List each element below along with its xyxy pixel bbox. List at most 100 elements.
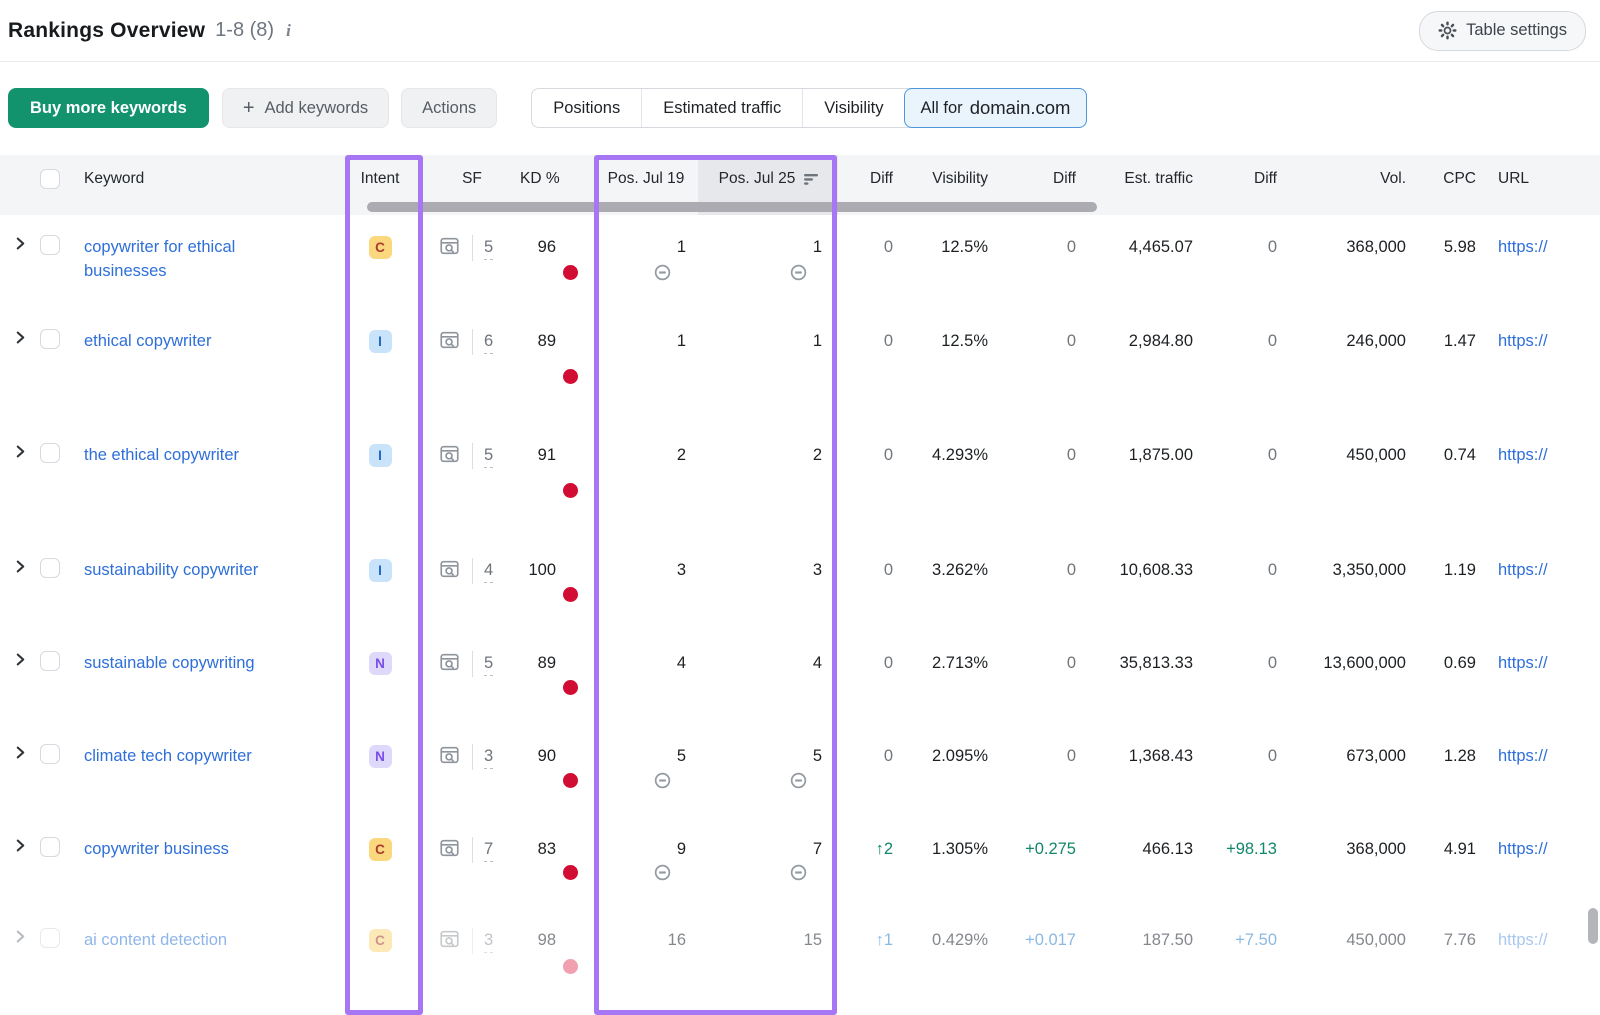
expand-row-button[interactable] [10,724,40,817]
keyword-link[interactable]: the ethical copywriter [74,443,239,467]
traffic-diff: 0 [1268,235,1277,259]
keyword-link[interactable]: ai content detection [74,928,227,952]
actions-button[interactable]: Actions [401,88,497,128]
traffic-diff: 0 [1268,558,1277,582]
add-keywords-button[interactable]: + Add keywords [222,88,389,128]
kd-value: 89 [538,651,556,675]
tab-all-for-domain[interactable]: All for domain.com [904,88,1088,128]
traffic-diff: 0 [1268,651,1277,675]
sf-count[interactable]: 3 [484,744,493,769]
sf-divider [472,235,473,261]
visibility-diff: 0 [1067,558,1076,582]
row-checkbox[interactable] [40,837,60,857]
pos-jul19-value: 1 [677,329,686,353]
row-checkbox[interactable] [40,928,60,948]
url-link[interactable]: https:// [1478,651,1548,675]
url-link[interactable]: https:// [1478,235,1548,259]
buy-more-keywords-button[interactable]: Buy more keywords [8,88,209,128]
serp-features-icon [438,235,461,264]
url-link[interactable]: https:// [1478,928,1548,952]
pos-jul25-value: 5 [813,744,822,768]
sf-count[interactable]: 6 [484,329,493,354]
sf-count[interactable]: 7 [484,837,493,862]
url-link[interactable]: https:// [1478,443,1548,467]
select-all-checkbox[interactable] [40,169,60,189]
sf-count[interactable]: 5 [484,443,493,468]
keyword-link[interactable]: ethical copywriter [74,329,211,353]
vertical-scrollbar[interactable] [1588,908,1598,944]
sf-count[interactable]: 5 [484,235,493,260]
visibility-diff: 0 [1067,235,1076,259]
sf-count[interactable]: 5 [484,651,493,676]
table-settings-button[interactable]: Table settings [1419,11,1586,51]
visibility-value: 0.429% [932,928,988,952]
column-header-diff-vis[interactable]: Diff [990,155,1078,203]
serp-features-icon [438,837,461,866]
row-checkbox[interactable] [40,744,60,764]
expand-row-button[interactable] [10,817,40,908]
pos-jul19-value: 3 [677,558,686,582]
intent-badge: N [369,745,392,768]
traffic-diff: +7.50 [1235,928,1277,952]
column-header-est-traffic[interactable]: Est. traffic [1078,155,1196,203]
column-header-sf[interactable]: SF [424,155,520,203]
column-header-keyword[interactable]: Keyword [74,155,336,203]
expand-row-button[interactable] [10,423,40,538]
keyword-link[interactable]: copywriter for ethical businesses [74,235,302,283]
visibility-value: 12.5% [941,329,988,353]
keyword-link[interactable]: sustainability copywriter [74,558,258,582]
row-checkbox[interactable] [40,329,60,349]
kd-difficulty-dot [563,959,578,974]
intent-badge: C [369,838,392,861]
row-checkbox[interactable] [40,235,60,255]
visibility-diff: 0 [1067,329,1076,353]
keyword-link[interactable]: copywriter business [74,837,229,861]
pos-jul19-value: 4 [677,651,686,675]
cpc-value: 1.28 [1444,744,1476,768]
volume-value: 246,000 [1346,329,1406,353]
column-header-cpc[interactable]: CPC [1408,155,1478,203]
gear-icon [1438,21,1457,40]
serp-link-icon [653,863,672,882]
traffic-diff: 0 [1268,744,1277,768]
row-checkbox[interactable] [40,651,60,671]
keyword-link[interactable]: sustainable copywriting [74,651,255,675]
expand-row-button[interactable] [10,215,40,309]
sf-count[interactable]: 3 [484,928,493,953]
row-checkbox[interactable] [40,443,60,463]
expand-row-button[interactable] [10,309,40,423]
table-row: ai content detectionC3981615↑10.429%+0.0… [0,908,1600,1004]
keyword-link[interactable]: climate tech copywriter [74,744,252,768]
volume-value: 368,000 [1346,837,1406,861]
column-header-kd[interactable]: KD % [520,155,592,203]
expand-row-button[interactable] [10,538,40,631]
info-icon[interactable]: i [286,21,291,41]
table-body: copywriter for ethical businessesC596110… [0,215,1600,1004]
horizontal-scrollbar[interactable] [367,202,1097,212]
column-header-pos-jul19[interactable]: Pos. Jul 19 [592,155,700,203]
est-traffic-value: 10,608.33 [1120,558,1193,582]
column-header-diff-traffic[interactable]: Diff [1196,155,1278,203]
position-diff: 0 [884,744,893,768]
url-link[interactable]: https:// [1478,744,1548,768]
expand-row-button[interactable] [10,908,40,1004]
column-header-url[interactable]: URL [1478,155,1600,203]
row-checkbox[interactable] [40,558,60,578]
tab-positions[interactable]: Positions [532,89,641,127]
tab-estimated-traffic[interactable]: Estimated traffic [641,89,802,127]
column-header-visibility[interactable]: Visibility [898,155,990,203]
chevron-right-icon [14,445,27,458]
chevron-right-icon [14,839,27,852]
volume-value: 368,000 [1346,235,1406,259]
column-header-pos-jul25[interactable]: Pos. Jul 25 [700,155,838,203]
url-link[interactable]: https:// [1478,329,1548,353]
url-link[interactable]: https:// [1478,837,1548,861]
url-link[interactable]: https:// [1478,558,1548,582]
intent-badge: C [369,929,392,952]
tab-visibility[interactable]: Visibility [802,89,904,127]
column-header-diff-pos[interactable]: Diff [838,155,898,203]
sf-count[interactable]: 4 [484,558,493,583]
expand-row-button[interactable] [10,631,40,724]
column-header-vol[interactable]: Vol. [1278,155,1408,203]
column-header-intent[interactable]: Intent [336,155,424,203]
